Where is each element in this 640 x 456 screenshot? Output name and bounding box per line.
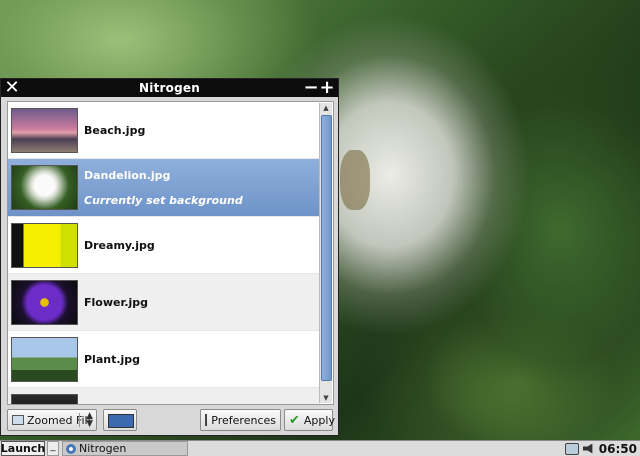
network-icon[interactable] (564, 442, 579, 455)
fill-mode-value: Zoomed Fill (27, 413, 91, 427)
list-item[interactable]: Plant.jpg (8, 331, 320, 388)
thumbnail-image (11, 222, 78, 268)
show-desktop-button[interactable]: _ (47, 441, 59, 456)
task-label: Nitrogen (79, 442, 127, 455)
preferences-button[interactable]: Preferences (200, 409, 281, 431)
bottom-controls: Zoomed Fill ▲ ▼ Preferences ✔ Apply (7, 409, 335, 433)
color-swatch (108, 414, 134, 428)
thumbnail-image (11, 107, 78, 153)
minimize-icon[interactable]: − (303, 79, 319, 97)
nitrogen-window: ✕ Nitrogen − + Beach.jpg Dandelion.jpg C… (0, 78, 339, 436)
combo-separator (79, 413, 80, 427)
maximize-icon[interactable]: + (319, 79, 335, 97)
scroll-up-icon[interactable]: ▲ (320, 103, 332, 113)
checkmark-icon: ✔ (289, 412, 300, 428)
fill-mode-select[interactable]: Zoomed Fill ▲ ▼ (7, 409, 97, 431)
taskbar-item-nitrogen[interactable]: Nitrogen (62, 441, 188, 456)
list-item-partial[interactable] (8, 388, 320, 404)
window-titlebar[interactable]: ✕ Nitrogen − + (1, 79, 338, 97)
thumbnail-image (11, 165, 78, 210)
window-title: Nitrogen (139, 81, 200, 95)
updown-chevron-icon: ▲ ▼ (86, 411, 93, 429)
file-name: Dandelion.jpg (84, 168, 171, 182)
volume-icon[interactable] (582, 443, 593, 454)
list-item[interactable]: Flower.jpg (8, 274, 320, 331)
clock[interactable]: 06:50 (599, 442, 637, 456)
taskbar: Launch _ Nitrogen 06:50 (0, 440, 640, 456)
close-icon[interactable]: ✕ (4, 79, 20, 97)
nitrogen-app-icon (66, 443, 76, 454)
file-name: Beach.jpg (84, 123, 146, 137)
vertical-scrollbar[interactable]: ▲ ▼ (319, 103, 332, 403)
thumbnail-image (11, 393, 78, 404)
apply-label: Apply (303, 413, 335, 427)
zoom-fill-icon (12, 415, 24, 425)
list-item[interactable]: Dreamy.jpg (8, 217, 320, 274)
file-name: Flower.jpg (84, 295, 149, 309)
wallpaper-list[interactable]: Beach.jpg Dandelion.jpg Currently set ba… (7, 101, 334, 405)
thumbnail-image (11, 336, 78, 382)
list-item-selected[interactable]: Dandelion.jpg Currently set background (8, 159, 320, 217)
file-name: Plant.jpg (84, 352, 141, 366)
preferences-icon (205, 414, 208, 426)
thumbnail-image (11, 279, 78, 325)
current-background-label: Currently set background (84, 193, 243, 207)
launch-button[interactable]: Launch (1, 441, 45, 456)
scrollbar-thumb[interactable] (321, 115, 332, 381)
file-name: Dreamy.jpg (84, 238, 155, 252)
apply-button[interactable]: ✔ Apply (284, 409, 335, 431)
preferences-label: Preferences (211, 413, 276, 427)
scroll-down-icon[interactable]: ▼ (320, 393, 332, 403)
list-item[interactable]: Beach.jpg (8, 102, 320, 159)
system-tray: 06:50 (564, 441, 637, 456)
dandelion-core (340, 150, 370, 210)
background-color-button[interactable] (103, 409, 137, 431)
